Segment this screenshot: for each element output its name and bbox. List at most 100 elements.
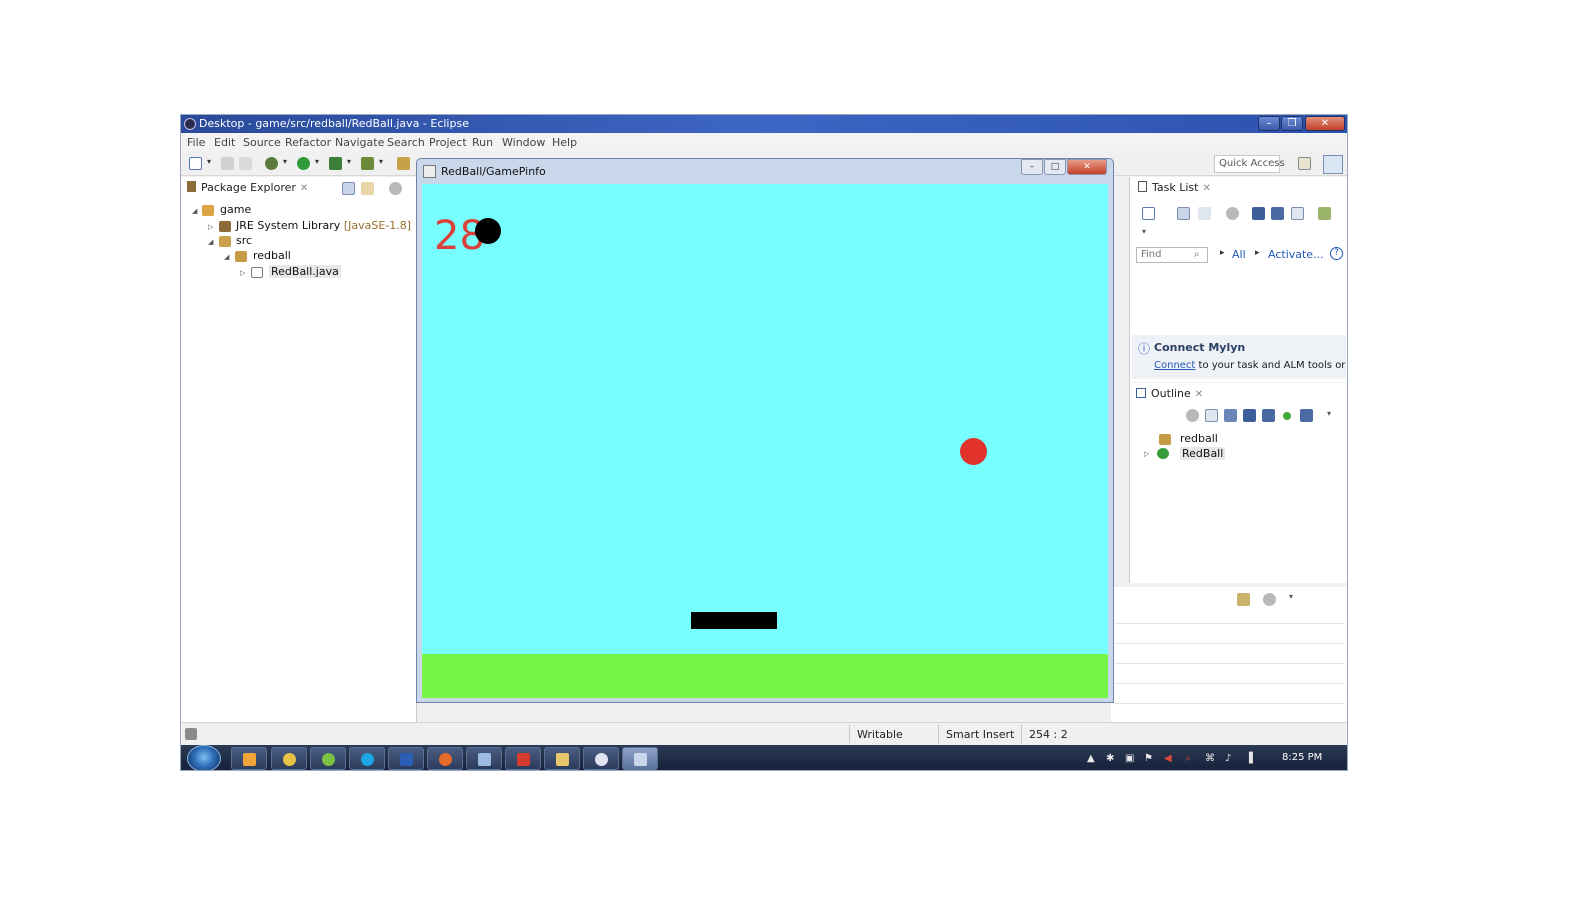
menu-navigate[interactable]: Navigate	[335, 136, 384, 149]
collapsed-icon[interactable]: ▷	[240, 269, 245, 277]
save-icon[interactable]	[221, 157, 234, 170]
tree-item-project[interactable]: game	[220, 203, 251, 216]
collapsed-icon[interactable]: ▷	[208, 223, 213, 231]
tree-item-jre[interactable]: JRE System Library [JavaSE-1.8]	[236, 219, 411, 232]
taskbar-skype[interactable]	[349, 747, 385, 770]
taskbar-firefox[interactable]	[427, 747, 463, 770]
close-icon[interactable]: ✕	[1202, 183, 1210, 194]
external-tools-icon[interactable]	[329, 157, 342, 170]
debug-icon[interactable]	[265, 157, 278, 170]
outline-item-package[interactable]: redball	[1180, 432, 1218, 445]
taskbar-word[interactable]	[388, 747, 424, 770]
focus-icon[interactable]	[1263, 593, 1276, 606]
taskbar-folder[interactable]	[544, 747, 580, 770]
taskbar-chrome[interactable]	[271, 747, 307, 770]
tree-item-package[interactable]: redball	[253, 249, 291, 262]
filter-icon[interactable]	[1271, 207, 1284, 220]
view-menu-icon[interactable]: ▾	[1289, 592, 1293, 601]
outline-item-class[interactable]: RedBall	[1180, 447, 1226, 460]
menu-run[interactable]: Run	[472, 136, 493, 149]
expanded-icon[interactable]: ◢	[224, 253, 229, 261]
all-link[interactable]: All	[1232, 248, 1246, 261]
new-dropdown-icon[interactable]: ▾	[207, 157, 211, 166]
taskbar-java-app[interactable]	[622, 747, 658, 770]
menu-refactor[interactable]: Refactor	[285, 136, 331, 149]
scheduled-icon[interactable]	[1198, 207, 1211, 220]
signal-icon[interactable]: ▐	[1245, 753, 1253, 764]
tree-item-src[interactable]: src	[236, 234, 252, 247]
close-icon[interactable]: ✕	[300, 183, 308, 194]
hide-fields-icon[interactable]	[1243, 409, 1256, 422]
close-button[interactable]: ✕	[1305, 116, 1345, 131]
pin-icon[interactable]	[1237, 593, 1250, 606]
view-menu-icon[interactable]	[389, 182, 402, 195]
new-java-project-icon[interactable]	[361, 157, 374, 170]
open-perspective-icon[interactable]	[1298, 157, 1311, 170]
menu-file[interactable]: File	[187, 136, 205, 149]
hide-nonpublic-icon[interactable]	[1283, 412, 1291, 420]
close-icon[interactable]: ✕	[1195, 389, 1203, 400]
menu-window[interactable]: Window	[502, 136, 545, 149]
focus-icon[interactable]	[1186, 409, 1199, 422]
game-minimize-button[interactable]: –	[1021, 159, 1043, 175]
search-icon[interactable]: ⌕	[1185, 753, 1191, 764]
action-center-icon[interactable]: ⚑	[1144, 753, 1153, 764]
hide-completed-icon[interactable]	[1252, 207, 1265, 220]
taskbar-explorer[interactable]	[466, 747, 502, 770]
run-dropdown-icon[interactable]: ▾	[315, 157, 319, 166]
external-dropdown-icon[interactable]: ▾	[347, 157, 351, 166]
game-restore-button[interactable]: □	[1044, 159, 1066, 175]
collapse-all-icon[interactable]	[1291, 207, 1304, 220]
java-perspective-button[interactable]	[1323, 155, 1343, 174]
new-task-icon[interactable]	[1142, 207, 1155, 220]
hide-static-icon[interactable]	[1262, 409, 1275, 422]
debug-dropdown-icon[interactable]: ▾	[283, 157, 287, 166]
menu-search[interactable]: Search	[387, 136, 425, 149]
expanded-icon[interactable]: ◢	[192, 207, 197, 215]
tree-item-file[interactable]: RedBall.java	[269, 265, 341, 278]
view-menu-icon[interactable]: ▾	[1327, 409, 1331, 418]
expanded-icon[interactable]: ◢	[208, 238, 213, 246]
taskbar-media[interactable]	[231, 747, 267, 770]
menu-project[interactable]: Project	[429, 136, 467, 149]
package-explorer-tab[interactable]: Package Explorer ✕	[187, 181, 308, 197]
minimize-button[interactable]: –	[1258, 116, 1280, 131]
clock[interactable]: 8:25 PM	[1282, 752, 1322, 763]
connect-link[interactable]: Connect	[1154, 360, 1195, 371]
start-button[interactable]	[187, 745, 221, 770]
link-with-editor-icon[interactable]	[361, 182, 374, 195]
alert-icon[interactable]: ◀	[1164, 753, 1172, 764]
save-all-icon[interactable]	[239, 157, 252, 170]
view-menu-icon[interactable]: ▾	[1142, 227, 1146, 236]
show-hidden-icons-icon[interactable]: ▲	[1087, 753, 1095, 764]
device-icon[interactable]: ▣	[1125, 753, 1134, 764]
sort-icon[interactable]	[1224, 409, 1237, 422]
game-canvas[interactable]: 28	[422, 184, 1108, 698]
fast-view-icon[interactable]	[185, 728, 197, 740]
quick-access-field[interactable]: Quick Access	[1214, 155, 1285, 173]
sync-icon[interactable]	[1318, 207, 1331, 220]
game-close-button[interactable]: ✕	[1067, 159, 1107, 175]
bluetooth-icon[interactable]: ✱	[1106, 753, 1114, 764]
restore-button[interactable]: ❐	[1281, 116, 1303, 131]
run-icon[interactable]	[297, 157, 310, 170]
activate-link[interactable]: Activate...	[1268, 248, 1324, 261]
collapse-all-icon[interactable]	[1205, 409, 1218, 422]
menu-help[interactable]: Help	[552, 136, 577, 149]
new-java-dropdown-icon[interactable]: ▾	[379, 157, 383, 166]
taskbar-acrobat[interactable]	[505, 747, 541, 770]
menu-source[interactable]: Source	[243, 136, 281, 149]
focus-icon[interactable]	[1226, 207, 1239, 220]
taskbar-utorrent[interactable]	[310, 747, 346, 770]
collapsed-icon[interactable]: ▷	[1144, 450, 1149, 458]
collapse-all-icon[interactable]	[342, 182, 355, 195]
paddle[interactable]	[691, 612, 777, 629]
menu-edit[interactable]: Edit	[214, 136, 235, 149]
volume-icon[interactable]: ♪	[1225, 753, 1231, 764]
new-icon[interactable]	[189, 157, 202, 170]
outline-tab[interactable]: Outline ✕	[1136, 387, 1203, 403]
task-list-tab[interactable]: Task List ✕	[1138, 181, 1211, 197]
network-icon[interactable]: ⌘	[1205, 753, 1215, 764]
help-icon[interactable]: ?	[1330, 247, 1343, 260]
hide-local-types-icon[interactable]	[1300, 409, 1313, 422]
